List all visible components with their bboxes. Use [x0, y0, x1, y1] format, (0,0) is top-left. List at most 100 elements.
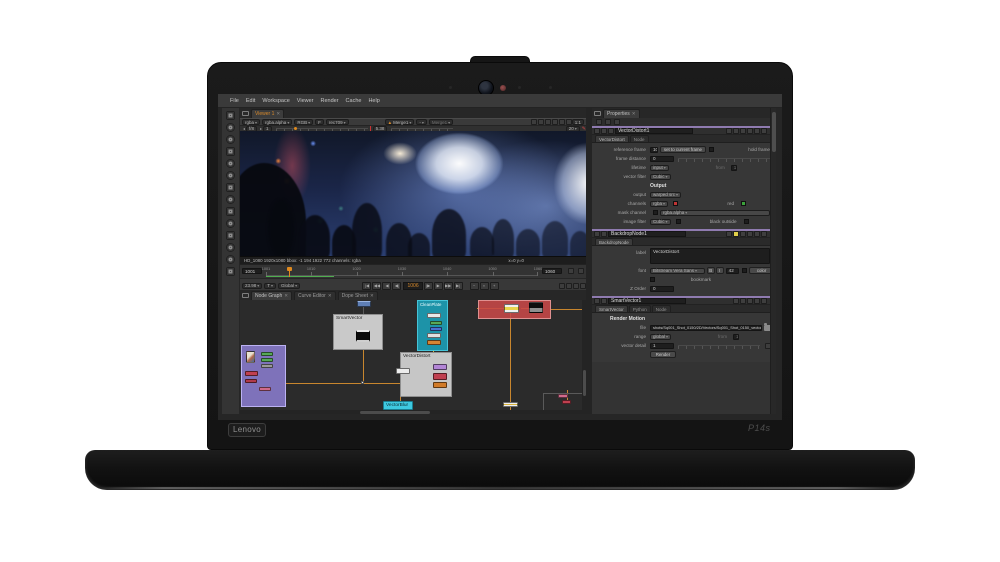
close-icon[interactable]: ✕ [276, 111, 280, 117]
decrement-button[interactable]: − [469, 281, 479, 290]
node-yellow-striped[interactable] [503, 402, 518, 407]
tab-dope-sheet[interactable]: Dope Sheet ✕ [337, 290, 378, 300]
node-gray[interactable] [261, 364, 273, 368]
roi-icon[interactable] [530, 119, 537, 125]
next-frame-button[interactable]: ▶ [433, 281, 443, 290]
toolbar-image-icon[interactable] [226, 111, 235, 120]
vector-detail-slider[interactable] [678, 345, 760, 349]
node-vectorblur[interactable]: VectorBlur [383, 401, 413, 410]
node-red[interactable] [562, 400, 571, 404]
lifetime-dropdown[interactable]: input [650, 164, 669, 171]
prev-frame-button[interactable]: ◀ [382, 281, 392, 290]
toolbar-color-icon[interactable] [226, 159, 235, 168]
node-graph[interactable]: SmartVector CleanPlate VectorDistort Vec… [240, 300, 586, 414]
lut-dropdown[interactable]: rec709 [325, 119, 349, 125]
max-panels-icon[interactable] [605, 119, 611, 125]
proxy-toggle[interactable]: F [315, 119, 324, 125]
set-to-current-frame-button[interactable]: set to current frame [659, 146, 706, 153]
update-icon[interactable] [551, 119, 558, 125]
stop-button[interactable]: ▪ [479, 281, 489, 290]
current-frame-input[interactable]: 1006 [403, 281, 423, 290]
properties-scrollbar[interactable] [770, 108, 776, 414]
center-node-icon[interactable] [726, 231, 733, 237]
close-icon[interactable]: ✕ [284, 293, 288, 299]
menu-viewer[interactable]: Viewer [297, 98, 314, 104]
play-forward-button[interactable]: |▶ [423, 281, 433, 290]
backdrop-color-swatch[interactable] [733, 231, 740, 237]
playhead[interactable] [287, 267, 293, 277]
close-icon[interactable]: ✕ [370, 293, 374, 299]
undo-icon[interactable] [747, 128, 754, 134]
nodegraph-hscrollbar[interactable] [240, 410, 586, 414]
toolbar-merge-icon[interactable] [226, 195, 235, 204]
node-red[interactable] [245, 379, 257, 383]
node-green[interactable] [261, 352, 273, 356]
layer-dropdown[interactable]: rgba [242, 119, 261, 125]
lock-playback-icon[interactable] [573, 282, 580, 289]
clear-panels-icon[interactable] [614, 119, 620, 125]
fit-range-icon[interactable] [578, 268, 584, 274]
node-black[interactable] [529, 302, 543, 313]
undo-icon[interactable] [747, 298, 754, 304]
curve-editor-icon[interactable] [601, 231, 607, 237]
node-white[interactable] [427, 333, 441, 338]
viewer-tab[interactable]: Viewer 1 ✕ [251, 108, 285, 118]
node-smartvector-core[interactable] [356, 330, 370, 342]
node-purple[interactable] [433, 364, 447, 370]
color-checkbox[interactable] [742, 268, 748, 273]
help-icon[interactable] [761, 128, 768, 134]
alpha-layer-dropdown[interactable]: rgba.alpha [262, 119, 293, 125]
curve-editor-icon[interactable] [601, 298, 607, 304]
range-dropdown[interactable]: global [650, 333, 672, 340]
pane-menu-icon[interactable] [594, 110, 601, 116]
node-white[interactable] [427, 313, 441, 318]
range-in-input[interactable]: 1001 [242, 268, 262, 274]
tab-node[interactable]: Node [651, 305, 671, 312]
tab-node-graph[interactable]: Node Graph ✕ [251, 290, 293, 300]
toolbar-deep-icon[interactable] [226, 243, 235, 252]
image-filter-dropdown[interactable]: Cubic [650, 218, 671, 225]
play-backward-button[interactable]: ◀| [392, 281, 402, 290]
node-yellow-striped[interactable] [504, 304, 519, 313]
file-input[interactable]: shots/Sq001_Shot_0150/2D/Vectors/Sq001_S… [650, 324, 762, 331]
goto-start-button[interactable]: |◀ [362, 281, 372, 290]
range-from-input[interactable]: 1001 [733, 333, 740, 340]
node-name-input[interactable]: BackdropNode1 [608, 231, 686, 237]
center-node-icon[interactable] [726, 128, 733, 134]
menu-cache[interactable]: Cache [346, 98, 362, 104]
toolbar-other-icon[interactable] [226, 267, 235, 276]
range-mode-dropdown[interactable]: Global [278, 282, 301, 289]
help-icon[interactable] [761, 231, 768, 237]
center-node-icon[interactable] [733, 298, 740, 304]
toolbar-3d-icon[interactable] [226, 219, 235, 228]
reference-frame-input[interactable]: 1006 [650, 146, 658, 153]
green-checkbox[interactable] [741, 201, 747, 206]
menu-render[interactable]: Render [321, 98, 339, 104]
proxy-icon[interactable] [537, 119, 544, 125]
node-color-swatch[interactable] [594, 128, 600, 134]
safezone-icon[interactable] [565, 119, 572, 125]
node-pink[interactable] [259, 387, 271, 391]
menu-file[interactable]: File [230, 98, 239, 104]
loop-mode-icon[interactable] [559, 282, 566, 289]
tab-node[interactable]: Node [629, 135, 649, 142]
float-panel-icon[interactable] [740, 298, 747, 304]
frame-distance-input[interactable]: 0 [650, 155, 674, 162]
goto-end-button[interactable]: ▶| [453, 281, 463, 290]
vector-detail-input[interactable]: 1 [650, 342, 674, 349]
node-read-thumb[interactable] [246, 351, 255, 363]
z-order-input[interactable]: 0 [650, 285, 674, 292]
channels-dropdown[interactable]: rgba [650, 200, 669, 207]
toolbar-views-icon[interactable] [226, 255, 235, 264]
node-green[interactable] [261, 358, 273, 362]
menu-edit[interactable]: Edit [246, 98, 255, 104]
node-blue[interactable] [430, 327, 442, 331]
node-orange[interactable] [433, 382, 447, 388]
node-pink[interactable] [558, 394, 568, 398]
mask-channel-dropdown[interactable]: rgba.alpha [660, 209, 770, 216]
tab-backdropnode[interactable]: BackdropNode [595, 238, 633, 245]
bold-button[interactable]: B [706, 267, 715, 274]
toolbar-time-icon[interactable] [226, 135, 235, 144]
input-b-dropdown[interactable]: Merge1 [428, 119, 454, 125]
render-button[interactable]: Render [650, 351, 676, 358]
